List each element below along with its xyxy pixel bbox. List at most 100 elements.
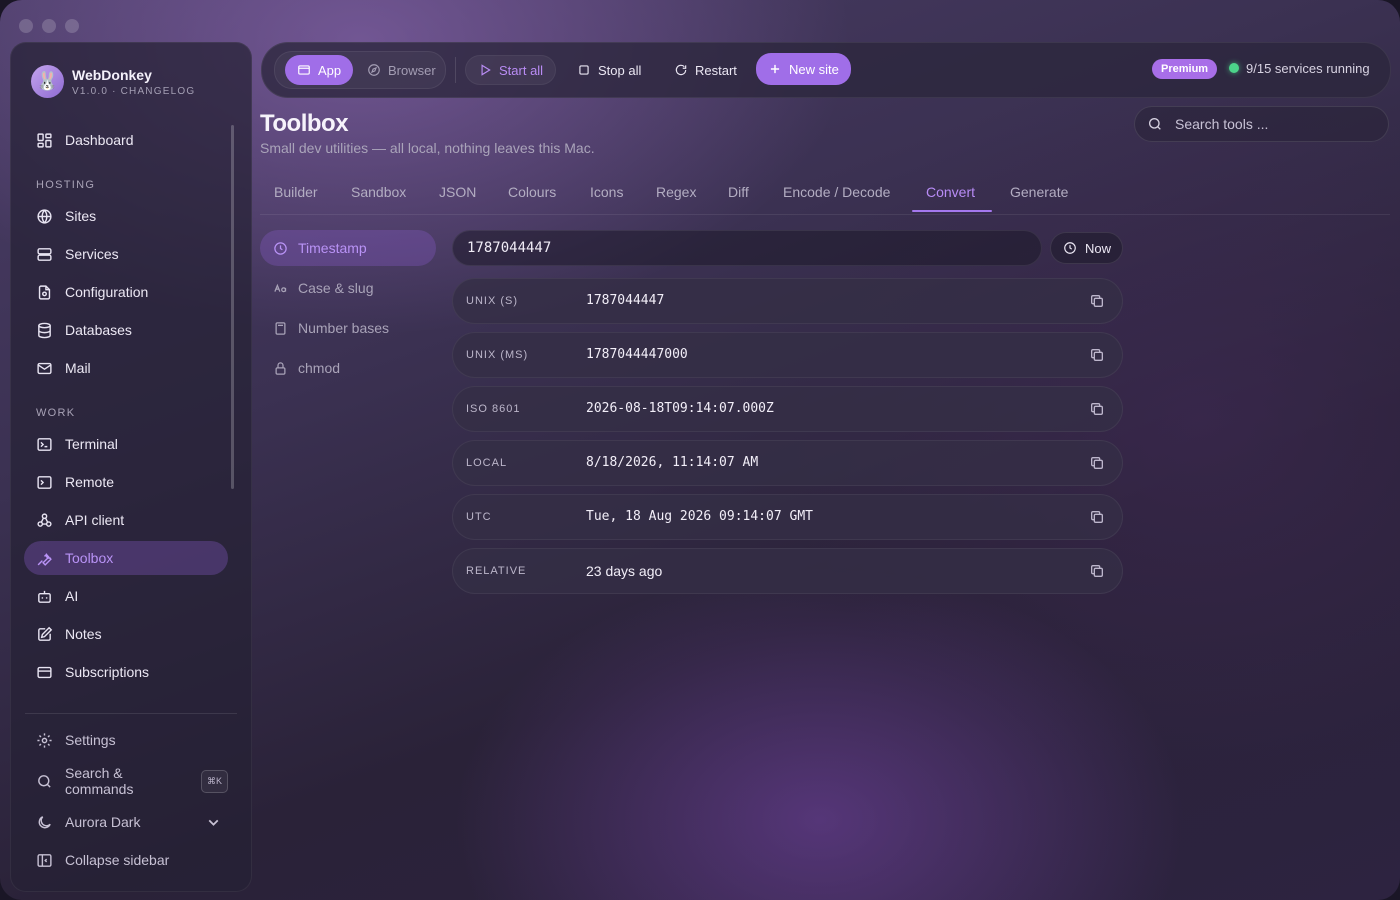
result-value: 1787044447000 bbox=[586, 347, 688, 362]
sidebar-item-toolbox[interactable]: Toolbox bbox=[24, 541, 228, 575]
sidebar-item-label: Remote bbox=[65, 474, 115, 490]
sidebar-item-dashboard[interactable]: Dashboard bbox=[24, 123, 228, 157]
remote-terminal-icon bbox=[37, 475, 52, 489]
minimize-window-button[interactable] bbox=[42, 19, 56, 33]
section-title-hosting: HOSTING bbox=[36, 179, 96, 191]
now-button-label: Now bbox=[1085, 240, 1112, 256]
toolbar-separator bbox=[455, 57, 456, 83]
webhook-icon bbox=[37, 512, 52, 527]
result-row-unix-ms: UNIX (MS) 1787044447000 bbox=[452, 332, 1123, 378]
sidebar-item-api-client[interactable]: API client bbox=[24, 503, 228, 537]
tab-sandbox[interactable]: Sandbox bbox=[351, 184, 406, 200]
timestamp-input[interactable] bbox=[452, 230, 1042, 266]
sidebar-item-ai[interactable]: AI bbox=[24, 579, 228, 613]
start-all-button[interactable]: Start all bbox=[465, 55, 557, 85]
sidebar-item-label: Search & commands bbox=[65, 765, 134, 797]
stop-icon bbox=[579, 65, 589, 75]
now-button[interactable]: Now bbox=[1050, 232, 1123, 264]
credit-card-icon bbox=[37, 666, 52, 678]
tab-encode-decode[interactable]: Encode / Decode bbox=[783, 184, 890, 200]
tab-icons[interactable]: Icons bbox=[590, 184, 623, 200]
sidebar-scrollbar[interactable] bbox=[231, 125, 234, 489]
sidebar-item-label: Notes bbox=[65, 626, 102, 642]
result-value: 23 days ago bbox=[586, 563, 663, 579]
brand[interactable]: 🐰 WebDonkey V1.0.0 · CHANGELOG bbox=[31, 65, 195, 98]
sidebar-item-mail[interactable]: Mail bbox=[24, 351, 228, 385]
calculator-icon bbox=[275, 321, 286, 335]
tab-generate[interactable]: Generate bbox=[1010, 184, 1068, 200]
result-label: LOCAL bbox=[466, 457, 508, 469]
close-window-button[interactable] bbox=[19, 19, 33, 33]
moon-icon bbox=[38, 815, 51, 828]
search-icon bbox=[38, 774, 51, 788]
app-window: 🐰 WebDonkey V1.0.0 · CHANGELOG Dashboard… bbox=[0, 0, 1400, 900]
copy-icon[interactable] bbox=[1089, 563, 1105, 579]
sidebar-item-notes[interactable]: Notes bbox=[24, 617, 228, 651]
result-label: UNIX (S) bbox=[466, 295, 518, 307]
convert-item-case-slug[interactable]: Case & slug bbox=[260, 270, 436, 306]
services-status[interactable]: 9/15 services running bbox=[1246, 61, 1370, 76]
copy-icon[interactable] bbox=[1089, 509, 1105, 525]
globe-icon bbox=[37, 208, 52, 224]
result-row-local: LOCAL 8/18/2026, 11:14:07 AM bbox=[452, 440, 1123, 486]
sidebar-item-label: AI bbox=[65, 588, 79, 604]
new-site-button[interactable]: New site bbox=[756, 53, 851, 85]
toolbar: App Browser Start all Stop all Restart N… bbox=[261, 42, 1391, 98]
restart-button[interactable]: Restart bbox=[662, 55, 749, 85]
play-icon bbox=[481, 64, 491, 76]
convert-item-timestamp[interactable]: Timestamp bbox=[260, 230, 436, 266]
page-title: Toolbox bbox=[260, 110, 349, 137]
search-tools[interactable] bbox=[1134, 106, 1389, 142]
tab-json[interactable]: JSON bbox=[439, 184, 476, 200]
mode-browser-button[interactable]: Browser bbox=[355, 55, 448, 85]
tab-regex[interactable]: Regex bbox=[656, 184, 696, 200]
sidebar-item-databases[interactable]: Databases bbox=[24, 313, 228, 347]
copy-icon[interactable] bbox=[1089, 293, 1105, 309]
convert-item-chmod[interactable]: chmod bbox=[260, 350, 436, 386]
sidebar-item-configuration[interactable]: Configuration bbox=[24, 275, 228, 309]
result-value: 1787044447 bbox=[586, 293, 665, 308]
tab-colours[interactable]: Colours bbox=[508, 184, 556, 200]
sidebar-item-remote[interactable]: Remote bbox=[24, 465, 228, 499]
sidebar-item-services[interactable]: Services bbox=[24, 237, 228, 271]
tab-builder[interactable]: Builder bbox=[274, 184, 318, 200]
search-tools-input[interactable] bbox=[1173, 115, 1377, 133]
copy-icon[interactable] bbox=[1089, 455, 1105, 471]
zoom-window-button[interactable] bbox=[65, 19, 79, 33]
stop-all-label: Stop all bbox=[598, 62, 642, 78]
search-icon bbox=[1149, 118, 1161, 130]
status-indicator-dot bbox=[1229, 63, 1239, 73]
collapse-sidebar-button[interactable]: Collapse sidebar bbox=[24, 843, 228, 877]
sidebar-item-search-commands[interactable]: Search & commands ⌘K bbox=[24, 764, 228, 798]
convert-item-label: Case & slug bbox=[298, 280, 374, 296]
refresh-icon bbox=[675, 64, 687, 76]
premium-badge[interactable]: Premium bbox=[1152, 59, 1218, 79]
database-icon bbox=[38, 322, 51, 338]
sidebar-item-settings[interactable]: Settings bbox=[24, 723, 228, 757]
sidebar-item-label: Collapse sidebar bbox=[65, 852, 170, 868]
result-label: UTC bbox=[466, 511, 492, 523]
copy-icon[interactable] bbox=[1089, 347, 1105, 363]
clock-icon bbox=[274, 241, 287, 255]
mode-browser-label: Browser bbox=[388, 62, 436, 78]
stop-all-button[interactable]: Stop all bbox=[565, 55, 653, 85]
wrench-icon bbox=[37, 552, 52, 566]
sidebar-item-label: Mail bbox=[65, 360, 91, 376]
new-site-label: New site bbox=[789, 61, 839, 77]
tab-diff[interactable]: Diff bbox=[728, 184, 749, 200]
app-version[interactable]: V1.0.0 · CHANGELOG bbox=[72, 86, 195, 97]
sidebar-item-label: Databases bbox=[65, 322, 132, 338]
sidebar-item-sites[interactable]: Sites bbox=[24, 199, 228, 233]
tab-convert[interactable]: Convert bbox=[926, 184, 975, 200]
result-row-unix-s: UNIX (S) 1787044447 bbox=[452, 278, 1123, 324]
sidebar-item-label: Subscriptions bbox=[65, 664, 150, 680]
sidebar-item-terminal[interactable]: Terminal bbox=[24, 427, 228, 461]
copy-icon[interactable] bbox=[1089, 401, 1105, 417]
result-value: 2026-08-18T09:14:07.000Z bbox=[586, 401, 774, 416]
app-name: WebDonkey bbox=[72, 66, 152, 83]
convert-item-number-bases[interactable]: Number bases bbox=[260, 310, 436, 346]
chevron-down-icon bbox=[208, 819, 219, 826]
mode-app-button[interactable]: App bbox=[285, 55, 354, 85]
theme-selector[interactable]: Aurora Dark bbox=[24, 805, 228, 839]
sidebar-item-subscriptions[interactable]: Subscriptions bbox=[24, 655, 228, 689]
